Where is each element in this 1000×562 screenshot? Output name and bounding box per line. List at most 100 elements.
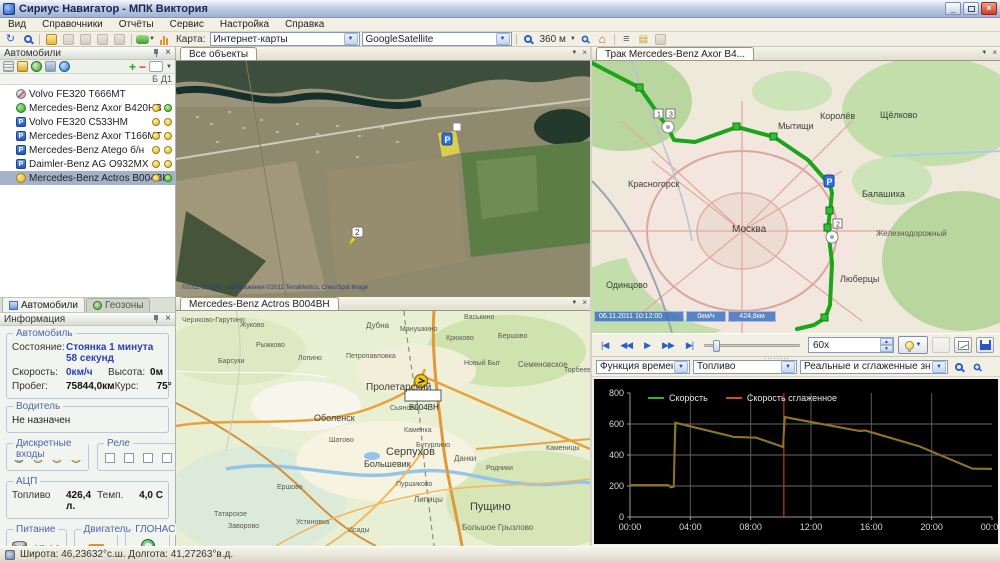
street-map[interactable]: В004ВН Чериково-ГарутиноЖуковоДубнаМануш… <box>176 311 590 546</box>
vehicle-row[interactable]: PDaimler-Benz AG О932МХ <box>0 157 175 171</box>
camera-icon[interactable] <box>45 61 56 72</box>
vehicle-row[interactable]: PMercedes-Benz Axor Т166МТ <box>0 129 175 143</box>
slider-thumb[interactable] <box>713 340 720 352</box>
playback-slider[interactable] <box>704 344 800 347</box>
svg-text:600: 600 <box>609 419 624 429</box>
list-icon: ≡ <box>623 34 629 45</box>
chart-zoom-out-button[interactable] <box>969 360 984 373</box>
legend-button[interactable]: ≡ <box>619 33 634 46</box>
track-distance-chip: 424,8км <box>728 311 776 322</box>
relay-checkbox[interactable] <box>143 453 153 463</box>
car-icon <box>136 35 149 44</box>
minimize-button[interactable]: _ <box>945 2 961 15</box>
relay-checkbox[interactable] <box>105 453 115 463</box>
chart-view-combo[interactable]: Реальные и сглаженные значени ▼ <box>800 360 948 374</box>
refresh-button[interactable]: ↻ <box>3 33 18 46</box>
status-dot-b <box>152 104 160 112</box>
open-button[interactable] <box>44 33 59 46</box>
svg-text:08:00: 08:00 <box>739 522 762 532</box>
vehicles-toolbar: + − ▼ <box>0 60 175 74</box>
playback-button-0[interactable]: |◀ <box>598 339 611 352</box>
group-button[interactable] <box>149 61 163 72</box>
playback-button-2[interactable]: ▶ <box>641 339 653 352</box>
search-button[interactable] <box>20 33 35 46</box>
maximize-button[interactable] <box>963 2 979 15</box>
chevron-down-icon[interactable]: ▼ <box>571 50 577 56</box>
chevron-down-icon[interactable]: ▼ <box>570 36 576 42</box>
add-vehicle-button[interactable]: + <box>129 62 136 72</box>
chart-zoom-in-button[interactable] <box>951 360 966 373</box>
chevron-down-icon[interactable]: ▼ <box>981 50 987 56</box>
globe-add-icon[interactable] <box>31 61 42 72</box>
status-dot-b <box>152 174 160 182</box>
status-bar: Широта: 46,23632°с.ш. Долгота: 41,27263°… <box>0 546 1000 562</box>
menu-item-Справка[interactable]: Справка <box>277 18 332 32</box>
playback-button-3[interactable]: ▶▶ <box>659 339 677 352</box>
menu-item-Сервис[interactable]: Сервис <box>162 18 212 32</box>
close-icon[interactable]: × <box>582 48 587 57</box>
notes-button[interactable]: ▤ <box>636 33 651 46</box>
vehicle-row[interactable]: Mercedes-Benz Actros В004ВН <box>0 171 175 185</box>
remove-vehicle-button[interactable]: − <box>139 62 146 72</box>
vehicle-row[interactable]: PMercedes-Benz Atego б/н <box>0 143 175 157</box>
fuel-chart: 020040060080000:0004:0008:0012:0016:0020… <box>594 379 998 544</box>
map-layer-combo[interactable]: GoogleSatellite ▼ <box>362 32 512 46</box>
vehicle-tree[interactable]: Volvo FE320 Т666МТMercedes-Benz Axor В42… <box>0 85 175 298</box>
chart-button[interactable] <box>157 33 172 46</box>
report-button <box>932 337 950 353</box>
vehicle-row[interactable]: Mercedes-Benz Axor В420НВ <box>0 101 175 115</box>
offline-vehicle-icon <box>16 89 26 99</box>
tab-all-objects[interactable]: Все объекты <box>180 47 257 60</box>
menu-item-Настройка[interactable]: Настройка <box>212 18 277 32</box>
save-button[interactable] <box>976 337 994 353</box>
vehicle-row[interactable]: PVolvo FE320 С533НМ <box>0 115 175 129</box>
spin-down-icon[interactable]: ▼ <box>880 345 893 352</box>
zoom-out-button[interactable] <box>578 33 593 46</box>
highlight-button[interactable]: ▼ <box>898 336 928 354</box>
tab-geozones[interactable]: Геозоны <box>86 298 151 312</box>
close-button[interactable]: × <box>981 2 997 15</box>
speed-spinner[interactable]: 60x ▲▼ <box>808 337 894 353</box>
map-source-combo[interactable]: Интернет-карты ▼ <box>210 32 360 46</box>
close-icon[interactable]: × <box>165 48 171 58</box>
track-map[interactable]: 1 3 P 2 06.11.2011 10:12:00 0км/ч 424,8к… <box>592 61 1000 333</box>
chevron-down-icon[interactable]: ▼ <box>166 64 172 70</box>
home-button[interactable]: ⌂ <box>595 33 610 46</box>
chart-param-combo[interactable]: Топливо ▼ <box>693 360 797 374</box>
track-map-image: 1 3 P 2 <box>592 61 1000 333</box>
course-label: Курс: <box>115 381 157 392</box>
close-icon[interactable]: × <box>165 314 171 324</box>
vehicle-menu-button[interactable]: ▼ <box>136 33 155 46</box>
close-icon[interactable]: × <box>582 298 587 307</box>
style-icon[interactable] <box>17 61 28 72</box>
sort-icon[interactable] <box>3 61 14 72</box>
chevron-down-icon[interactable]: ▼ <box>571 300 577 306</box>
tab-actros-b004[interactable]: Mercedes-Benz Actros В004ВН <box>180 297 339 310</box>
relay-checkbox[interactable] <box>162 453 172 463</box>
relay-checkbox[interactable] <box>124 453 134 463</box>
fuel-chart-image: 020040060080000:0004:0008:0012:0016:0020… <box>594 379 998 544</box>
menu-item-Справочники[interactable]: Справочники <box>34 18 111 32</box>
menu-item-Отчёты[interactable]: Отчёты <box>111 18 162 32</box>
spin-up-icon[interactable]: ▲ <box>880 338 893 345</box>
tab-vehicles[interactable]: Автомобили <box>2 297 85 312</box>
temp-value: 4,0 С <box>139 490 163 501</box>
vehicle-row[interactable]: Volvo FE320 Т666МТ <box>0 87 175 101</box>
save-icon <box>980 340 991 350</box>
pin-icon[interactable] <box>152 49 160 57</box>
close-icon[interactable]: × <box>992 48 997 57</box>
zoom-out-icon <box>582 36 589 43</box>
fuel-label: Топливо <box>12 490 66 501</box>
menu-item-Вид[interactable]: Вид <box>0 18 34 32</box>
zoom-in-button[interactable] <box>521 33 536 46</box>
satellite-map[interactable]: P 2 ©2011 Google – Изображения ©2011 Ter… <box>176 61 590 297</box>
pin-icon[interactable] <box>152 315 160 323</box>
chart-mode-combo[interactable]: Функция времени ▼ <box>596 360 690 374</box>
disabled-icon <box>80 34 91 45</box>
playback-button-4[interactable]: ▶| <box>683 339 696 352</box>
graph-button[interactable] <box>954 337 972 353</box>
playback-button-1[interactable]: ◀◀ <box>617 339 635 352</box>
tab-track-axor[interactable]: Трак Mercedes-Benz Axor В4... <box>596 47 754 60</box>
chart-panel: ........ Функция времени ▼ Топливо ▼ Реа… <box>592 357 1000 546</box>
globe-icon[interactable] <box>59 61 70 72</box>
